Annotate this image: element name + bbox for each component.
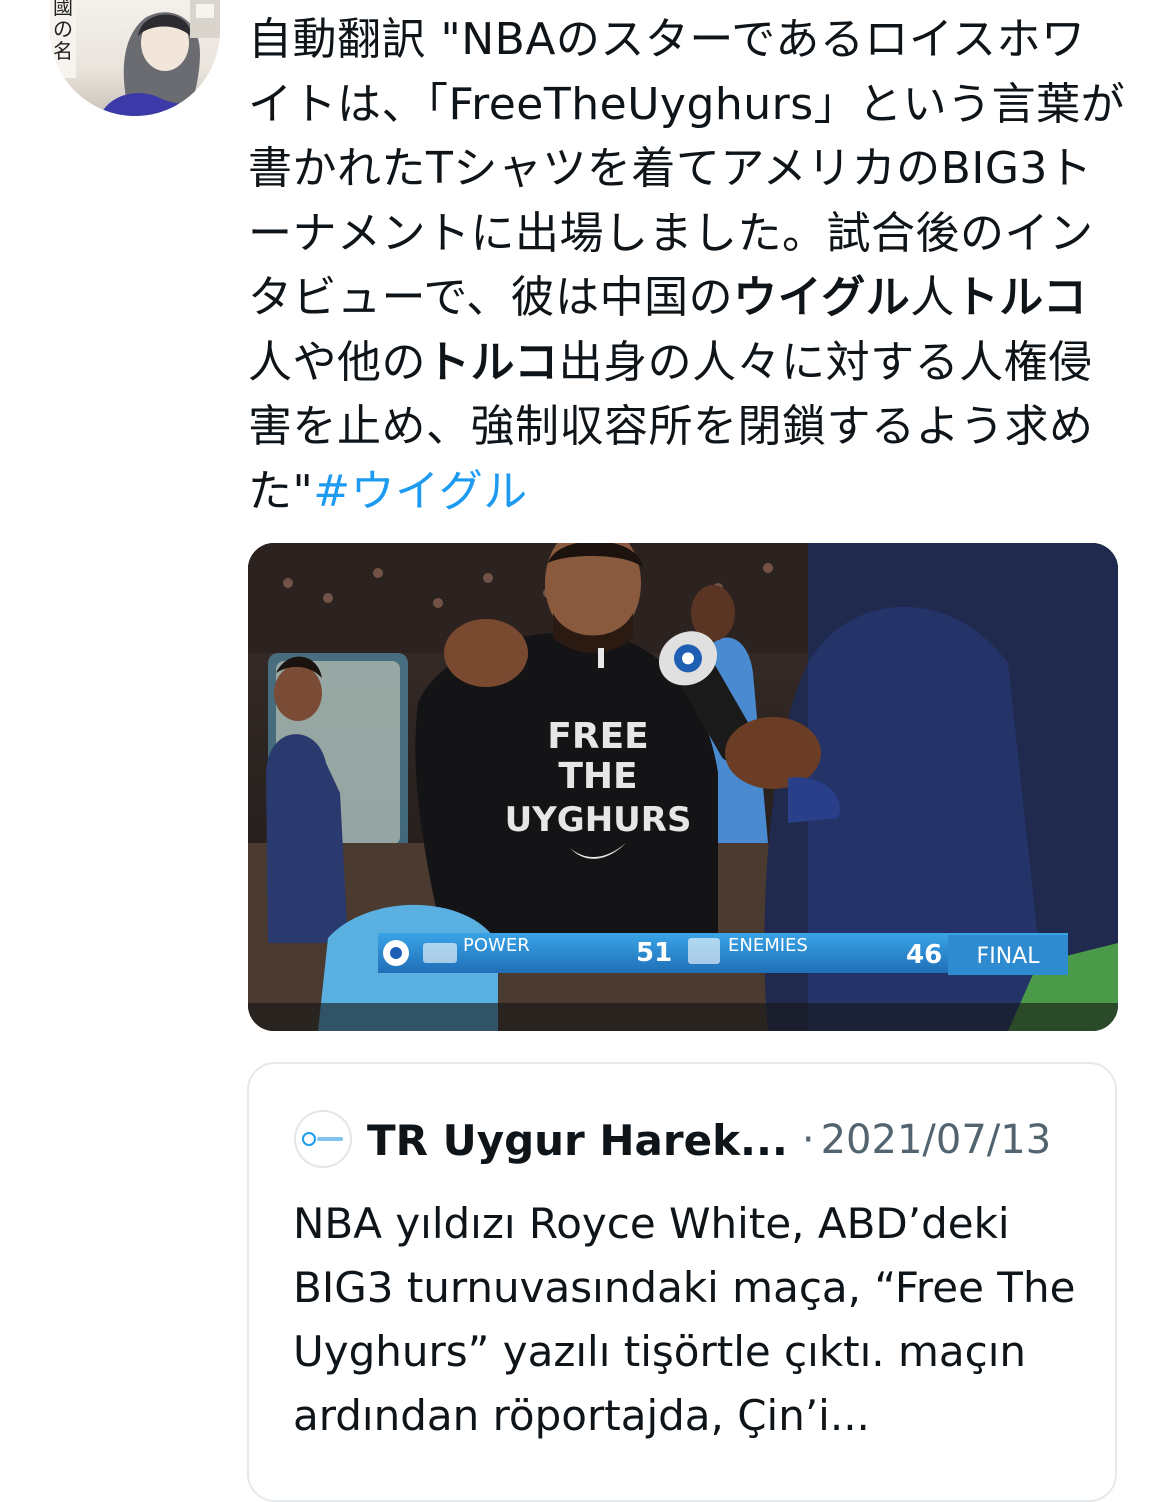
shirt-line-1: FREE bbox=[547, 716, 649, 757]
quoted-tweet-text: NBA yıldızı Royce White, ABD’deki BIG3 t… bbox=[293, 1199, 1076, 1440]
tweet-media-image[interactable]: FREE THE UYGHURS POWER 51 ENEMIES 46 FIN… bbox=[248, 543, 1118, 1031]
home-team-label: POWER bbox=[463, 935, 530, 956]
shirt-line-2: THE bbox=[558, 756, 637, 797]
away-team-label: ENEMIES bbox=[728, 935, 808, 956]
bold-keyword: ウイグル bbox=[733, 272, 911, 323]
user-avatar[interactable]: 國の名 bbox=[50, 0, 220, 116]
shirt-line-3: UYGHURS bbox=[505, 800, 692, 840]
home-score: 51 bbox=[636, 938, 672, 968]
avatar-vertical-text: 國の名 bbox=[53, 0, 73, 63]
bold-keyword: トルコ bbox=[954, 272, 1088, 323]
game-status: FINAL bbox=[977, 944, 1041, 969]
tweet-text-segment: 人や他の bbox=[248, 336, 426, 388]
separator-dot: · bbox=[801, 1117, 815, 1163]
quoted-author-avatar[interactable] bbox=[294, 1110, 352, 1168]
quoted-author-name[interactable]: TR Uygur Harek... bbox=[367, 1116, 788, 1165]
scoreboard: POWER 51 ENEMIES 46 FINAL bbox=[378, 933, 1068, 975]
tweet-text-segment: 人 bbox=[910, 272, 955, 323]
quoted-tweet[interactable]: TR Uygur Harek... · 2021/07/13 NBA yıldı… bbox=[247, 1062, 1117, 1502]
away-score: 46 bbox=[906, 940, 942, 970]
quoted-date[interactable]: 2021/07/13 bbox=[821, 1117, 1052, 1163]
tweet-body: 自動翻訳 "NBAのスターであるロイスホワイトは、「FreeTheUyghurs… bbox=[248, 8, 1128, 524]
bold-keyword: トルコ bbox=[426, 336, 559, 388]
hashtag-link[interactable]: #ウイグル bbox=[313, 466, 528, 517]
